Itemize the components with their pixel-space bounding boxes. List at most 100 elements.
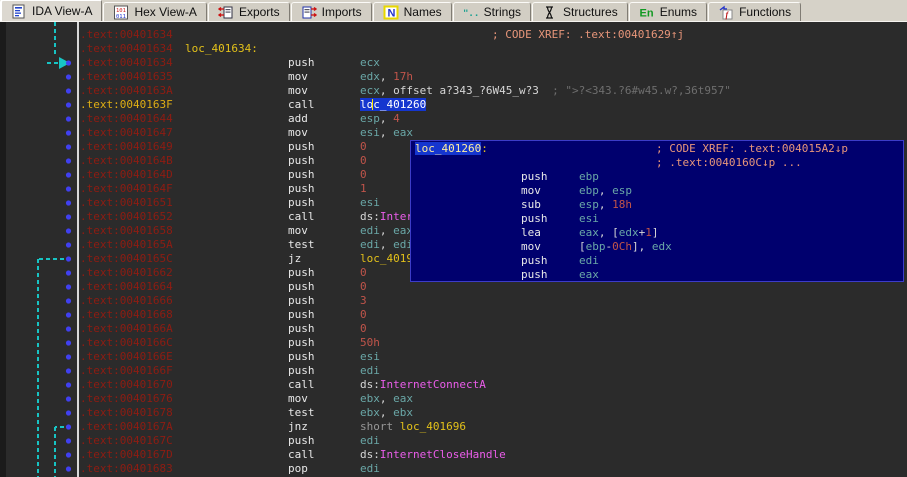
tab-functions[interactable]: fFunctions — [708, 2, 801, 21]
disasm-row[interactable]: .text:0040166Apush0 — [0, 322, 907, 336]
exports-icon — [218, 5, 234, 20]
address: .text:00401634 — [80, 28, 173, 42]
operands: edx, 17h — [360, 70, 413, 84]
tab-label: Exports — [239, 5, 280, 19]
svg-text:011: 011 — [116, 14, 126, 20]
operands: ecx, offset a?343_?6W45_w?3 ; ">?<343.?6… — [360, 84, 731, 98]
mnemonic: test — [288, 238, 315, 252]
disassembly-view[interactable]: .text:00401634 ; CODE XREF: .text:0040162… — [0, 22, 907, 477]
code-label: loc_401634: — [185, 42, 258, 56]
tab-ida-view-a[interactable]: IDA View-A — [0, 0, 102, 21]
disasm-row[interactable]: .text:0040163Amovecx, offset a?343_?6W45… — [0, 84, 907, 98]
address: .text:00401634 — [80, 56, 173, 70]
operands: ecx — [360, 56, 380, 70]
operands: esi — [360, 350, 380, 364]
code-hint-popup: loc_401260:; CODE XREF: .text:004015A2↓p… — [410, 140, 904, 282]
address: .text:0040167A — [80, 420, 173, 434]
popup-label: loc_401260: — [415, 142, 488, 156]
popup-mnemonic: push — [521, 170, 548, 184]
disasm-row[interactable]: .text:00401668push0 — [0, 308, 907, 322]
popup-mnemonic: push — [521, 268, 548, 282]
disasm-row[interactable]: .text:00401678testebx, ebx — [0, 406, 907, 420]
address: .text:00401652 — [80, 210, 173, 224]
operands: ds:InternetCloseHandle — [360, 448, 506, 462]
tab-label: Functions — [739, 5, 791, 19]
disasm-row[interactable]: .text:00401664push0 — [0, 280, 907, 294]
disasm-row[interactable]: .text:00401683popedi — [0, 462, 907, 476]
mnemonic: mov — [288, 126, 308, 140]
address: .text:00401666 — [80, 294, 173, 308]
disasm-row[interactable]: .text:00401644addesp, 4 — [0, 112, 907, 126]
address-current: .text:0040163F — [80, 98, 173, 112]
operands: 0 — [360, 266, 367, 280]
mnemonic: push — [288, 322, 315, 336]
mnemonic: push — [288, 294, 315, 308]
mnemonic: pop — [288, 462, 308, 476]
svg-text:"...": "..." — [463, 9, 479, 19]
address: .text:00401658 — [80, 224, 173, 238]
disasm-row[interactable]: .text:0040163Fcallloc_401260 — [0, 98, 907, 112]
disasm-row[interactable]: .text:00401670callds:InternetConnectA — [0, 378, 907, 392]
operands: edi — [360, 364, 380, 378]
address: .text:0040167D — [80, 448, 173, 462]
tab-names[interactable]: N Names — [373, 2, 452, 21]
tab-imports[interactable]: Imports — [291, 2, 372, 21]
popup-operands: ebp, esp — [579, 184, 632, 198]
tab-strings[interactable]: "..."Strings — [453, 2, 531, 21]
mnemonic: push — [288, 168, 315, 182]
operands: esi — [360, 196, 380, 210]
address: .text:00401651 — [80, 196, 173, 210]
disasm-row[interactable]: .text:0040166Cpush50h — [0, 336, 907, 350]
address: .text:0040166A — [80, 322, 173, 336]
operands: ebx, eax — [360, 392, 413, 406]
disasm-row[interactable]: .text:00401634loc_401634: — [0, 42, 907, 56]
xref-comment: ; CODE XREF: .text:00401629↑j — [492, 28, 684, 42]
popup-mnemonic: mov — [521, 184, 541, 198]
operands: short loc_401696 — [360, 420, 466, 434]
disasm-row[interactable]: .text:0040166Epushesi — [0, 350, 907, 364]
tab-structures[interactable]: Structures — [532, 2, 628, 21]
operands: 0 — [360, 308, 367, 322]
disasm-row[interactable]: .text:00401635movedx, 17h — [0, 70, 907, 84]
address: .text:0040164B — [80, 154, 173, 168]
tab-label: Structures — [563, 5, 618, 19]
hex-view-icon: 101011 — [113, 5, 129, 20]
disasm-row[interactable]: .text:0040167Ajnzshort loc_401696 — [0, 420, 907, 434]
popup-mnemonic: sub — [521, 198, 541, 212]
address: .text:00401664 — [80, 280, 173, 294]
tab-label: Hex View-A — [134, 5, 196, 19]
tab-label: Enums — [660, 5, 697, 19]
mnemonic: push — [288, 56, 315, 70]
popup-mnemonic: lea — [521, 226, 541, 240]
imports-icon — [301, 5, 317, 20]
disasm-row[interactable]: .text:00401676movebx, eax — [0, 392, 907, 406]
disasm-row[interactable]: .text:00401647movesi, eax — [0, 126, 907, 140]
operands: esp, 4 — [360, 112, 400, 126]
disasm-row[interactable]: .text:0040167Cpushedi — [0, 434, 907, 448]
tab-label: Names — [404, 5, 442, 19]
popup-operands: eax, [edx+1] — [579, 226, 659, 240]
mnemonic: push — [288, 364, 315, 378]
popup-mnemonic: push — [521, 254, 548, 268]
disasm-row[interactable]: .text:00401634 push ecx — [0, 56, 907, 70]
disasm-row[interactable]: .text:00401634 ; CODE XREF: .text:0040162… — [0, 28, 907, 42]
operands: ds:InternetConnectA — [360, 378, 486, 392]
tab-label: IDA View-A — [32, 4, 92, 18]
address: .text:0040165A — [80, 238, 173, 252]
names-icon: N — [383, 5, 399, 20]
tab-exports[interactable]: Exports — [208, 2, 290, 21]
tab-enums[interactable]: En Enums — [629, 2, 707, 21]
popup-operands: esi — [579, 212, 599, 226]
operands: edi, eax — [360, 224, 413, 238]
enums-icon: En — [639, 5, 655, 20]
popup-operands: edi — [579, 254, 599, 268]
tab-hex-view-a[interactable]: 101011 Hex View-A — [103, 2, 206, 21]
disasm-row[interactable]: .text:0040166Fpushedi — [0, 364, 907, 378]
address: .text:00401670 — [80, 378, 173, 392]
popup-xref-comment: ; .text:0040160C↓p ... — [656, 156, 802, 170]
disasm-row[interactable]: .text:00401666push3 — [0, 294, 907, 308]
mnemonic: push — [288, 336, 315, 350]
address: .text:00401676 — [80, 392, 173, 406]
disasm-row[interactable]: .text:0040167Dcallds:InternetCloseHandle — [0, 448, 907, 462]
address: .text:0040167C — [80, 434, 173, 448]
